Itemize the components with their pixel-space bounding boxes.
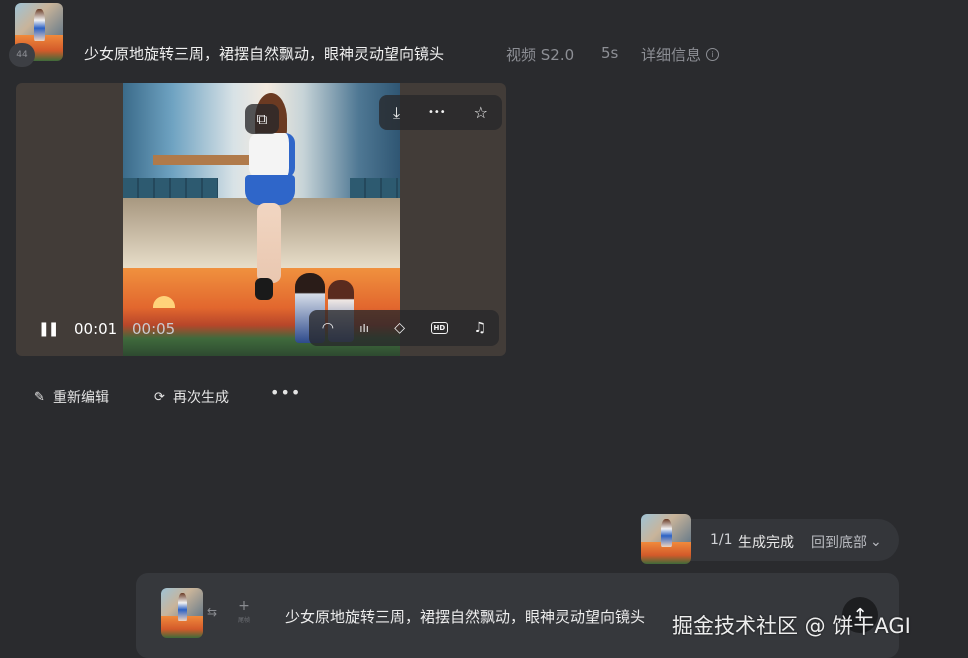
pause-icon[interactable]: ❚❚ [38, 321, 60, 337]
add-end-frame-button[interactable]: + 尾帧 [238, 598, 251, 627]
current-time: 00:01 [74, 320, 118, 338]
prompt-title: 少女原地旋转三周，裙摆自然飘动，眼神灵动望向镜头 [84, 45, 445, 63]
regenerate-label: 再次生成 [173, 390, 229, 406]
prompt-input[interactable]: 少女原地旋转三周，裙摆自然飘动，眼神灵动望向镜头 [285, 606, 645, 627]
refresh-icon: ⟳ [154, 389, 165, 405]
re-edit-button[interactable]: ✎ 重新编辑 [32, 387, 109, 407]
back-to-bottom-button[interactable]: 回到底部 ⌄ [811, 532, 882, 552]
chevron-down-icon: ⌄ [870, 534, 882, 550]
restore-icon[interactable]: ⧉ [245, 104, 279, 134]
total-time: 00:05 [132, 320, 176, 338]
audio-icon[interactable]: ıIı [359, 322, 368, 335]
duration-label: 5s [601, 44, 619, 62]
more-actions-button[interactable]: ••• [270, 383, 301, 402]
music-icon[interactable]: ♫ [474, 320, 487, 336]
edit-icon: ✎ [34, 389, 45, 405]
details-link[interactable]: 详细信息 i [641, 44, 720, 65]
regenerate-button[interactable]: ⟳ 再次生成 [152, 387, 229, 407]
favorite-icon[interactable]: ☆ [474, 103, 488, 122]
model-label: 视频 S2.0 [506, 46, 575, 64]
frame-interpolation-icon[interactable]: ◇ [394, 320, 405, 336]
status-count: 1/1 [710, 532, 733, 548]
watermark: 掘金技术社区 @ 饼干AGI [672, 614, 911, 638]
re-edit-label: 重新编辑 [53, 390, 109, 406]
details-label: 详细信息 [641, 46, 702, 64]
status-state: 生成完成 [738, 535, 794, 551]
plus-icon: + [238, 598, 250, 614]
more-icon[interactable]: ••• [428, 107, 446, 118]
hd-icon[interactable]: HD [430, 322, 449, 334]
video-tool-bar: ◠ ıIı ◇ HD ♫ [309, 310, 499, 346]
info-icon: i [706, 48, 720, 61]
video-action-bar: ⤓ ••• ☆ [379, 95, 502, 130]
avatar-badge: 44 [9, 43, 35, 67]
download-icon[interactable]: ⤓ [393, 103, 400, 123]
reference-image-thumbnail[interactable] [161, 588, 203, 638]
video-player[interactable]: ⧉ ⤓ ••• ☆ ❚❚ 00:01 00:05 ◠ ıIı ◇ HD ♫ [16, 83, 506, 356]
end-frame-label: 尾帧 [238, 617, 251, 624]
back-to-bottom-label: 回到底部 [811, 535, 867, 551]
swap-icon[interactable]: ⇆ [207, 605, 217, 619]
lip-sync-icon[interactable]: ◠ [322, 320, 334, 336]
status-thumbnail[interactable] [641, 514, 691, 564]
